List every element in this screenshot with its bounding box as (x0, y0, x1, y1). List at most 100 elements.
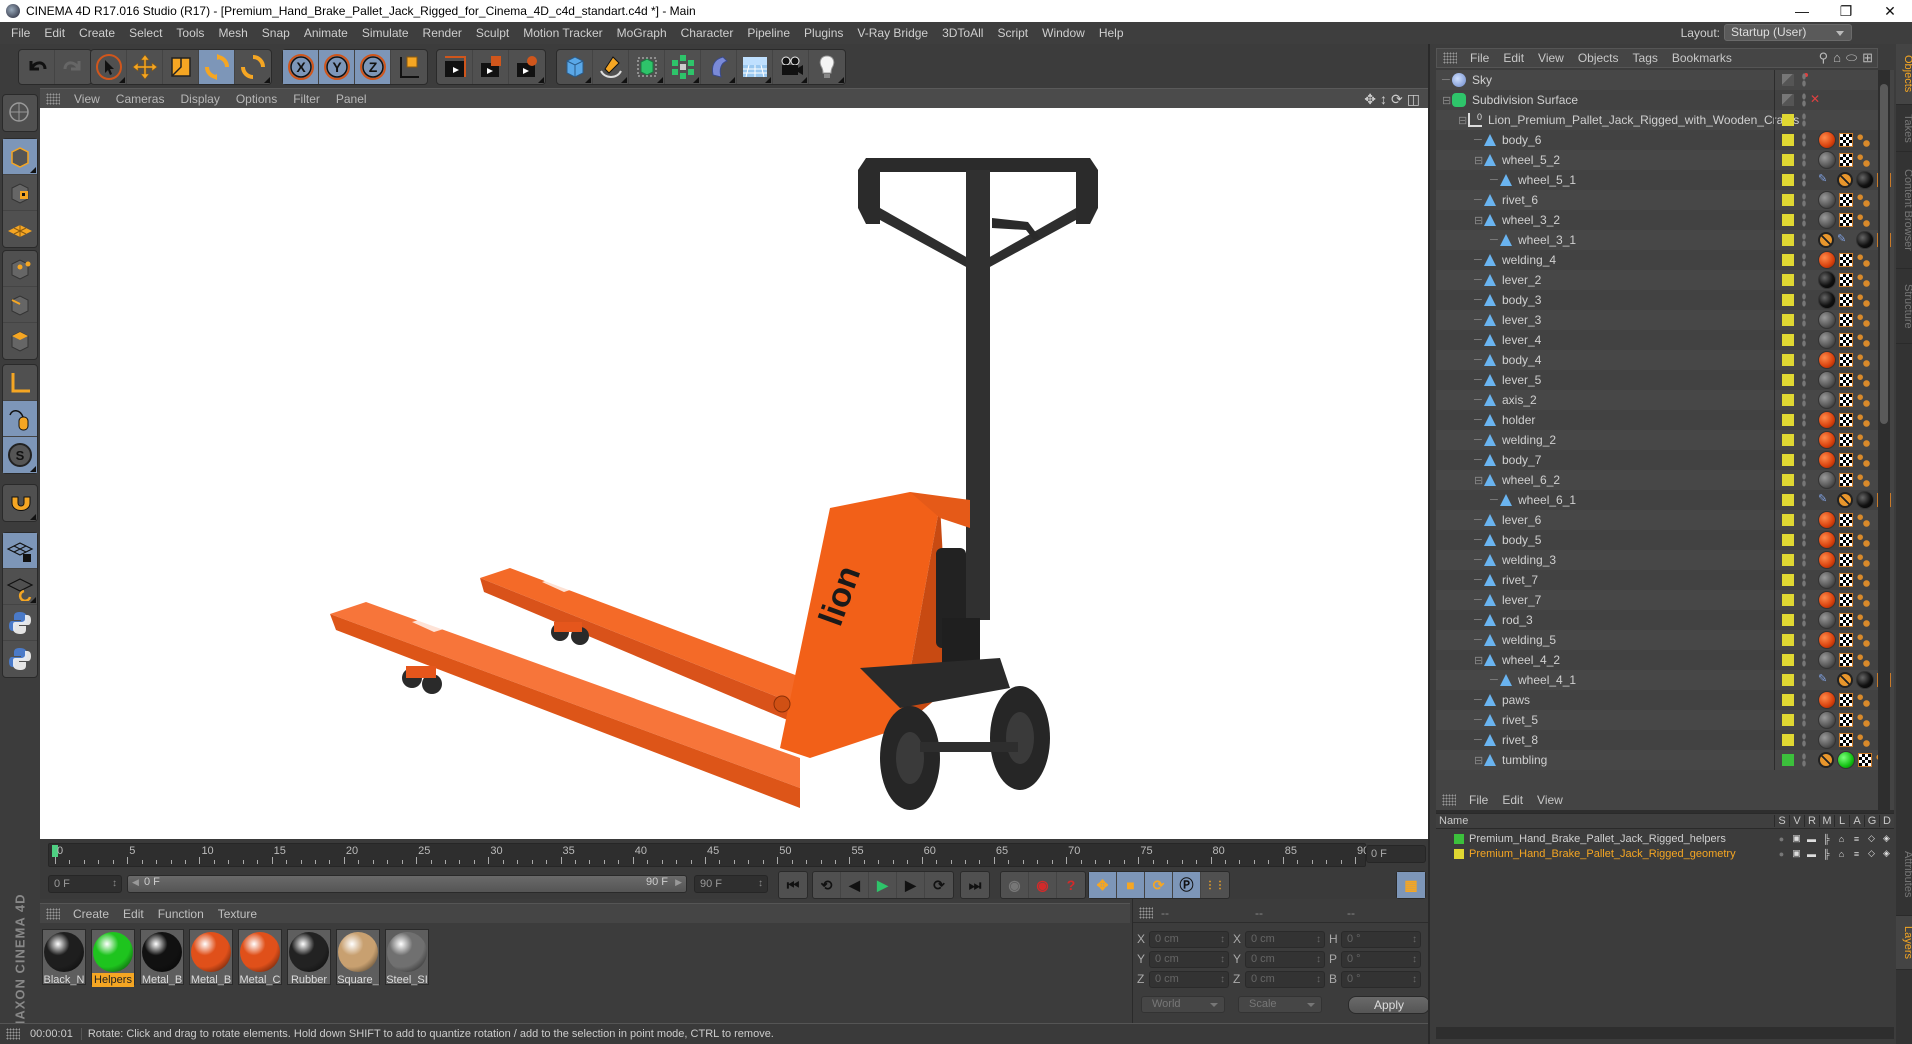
uvw-tag-icon[interactable] (1839, 453, 1853, 467)
panel-grip-icon[interactable] (46, 907, 60, 920)
om-menu-edit[interactable]: Edit (1496, 51, 1531, 65)
object-row[interactable]: ─ welding_4 (1436, 250, 1882, 270)
phong-tag-icon[interactable] (1856, 713, 1870, 727)
viewport-menu-panel[interactable]: Panel (328, 92, 375, 106)
material-tag-icon[interactable] (1818, 531, 1836, 549)
material-menu-texture[interactable]: Texture (211, 907, 264, 921)
object-row[interactable]: ─ rivet_7 (1436, 570, 1882, 590)
visibility-dots[interactable] (1802, 633, 1806, 647)
phong-tag-icon[interactable] (1856, 613, 1870, 627)
close-button[interactable]: ✕ (1868, 0, 1912, 22)
material-tag-icon[interactable] (1818, 591, 1836, 609)
material-tag-icon[interactable] (1818, 471, 1836, 489)
side-tab-takes[interactable]: Takes (1896, 105, 1912, 152)
layer-row[interactable]: Premium_Hand_Brake_Pallet_Jack_Rigged_he… (1436, 831, 1894, 846)
step-back-icon[interactable]: ◀ (841, 872, 869, 898)
material-tag-icon[interactable] (1818, 451, 1836, 469)
object-row[interactable]: ─ body_7 (1436, 450, 1882, 470)
y-axis-lock-icon[interactable]: Y (319, 50, 355, 84)
visibility-dots[interactable] (1802, 193, 1806, 207)
material-tag-icon[interactable] (1818, 211, 1836, 229)
tweak-mode-icon[interactable] (3, 401, 37, 437)
object-row[interactable]: ⊟ tumbling (1436, 750, 1889, 770)
lm-menu-edit[interactable]: Edit (1495, 793, 1530, 807)
solo-icon[interactable]: ● (1774, 834, 1789, 844)
rotate-icon[interactable] (199, 50, 235, 84)
material-tag-icon[interactable] (1818, 411, 1836, 429)
visibility-dots[interactable] (1802, 753, 1806, 767)
live-selection-icon[interactable] (91, 50, 127, 84)
position-z-field[interactable]: 0 cm (1149, 971, 1229, 988)
viewport-menu-view[interactable]: View (66, 92, 108, 106)
axis-mode-icon[interactable] (3, 365, 37, 401)
python-icon-2[interactable] (3, 641, 37, 677)
side-tab-objects[interactable]: Objects (1896, 44, 1912, 105)
material-tag-icon[interactable] (1856, 231, 1874, 249)
layer-color-swatch[interactable] (1782, 294, 1794, 306)
om-menu-objects[interactable]: Objects (1571, 51, 1626, 65)
autokey-icon[interactable]: ◉ (1029, 872, 1057, 898)
material-tag-icon[interactable] (1818, 291, 1836, 309)
frame-ruler[interactable]: 0 5 10 15 20 25 30 35 40 45 50 55 60 65 70 75 80 85 90 (48, 843, 1369, 867)
material-tag-icon[interactable] (1818, 711, 1836, 729)
uvw-tag-icon[interactable] (1839, 313, 1853, 327)
material-swatch[interactable]: Metal_B (140, 929, 184, 986)
object-row[interactable]: ─ lever_4 (1436, 330, 1882, 350)
protection-tag-icon[interactable] (1837, 492, 1853, 508)
layer-color-swatch[interactable] (1782, 454, 1794, 466)
ik-tag-icon[interactable]: ✎ (1818, 172, 1834, 188)
next-key-icon[interactable]: ⟳ (925, 872, 953, 898)
layer-column-v[interactable]: V (1789, 815, 1804, 827)
polygon-mode-icon[interactable] (3, 323, 37, 359)
menu-create[interactable]: Create (72, 26, 122, 40)
uvw-tag-icon[interactable] (1839, 213, 1853, 227)
material-tag-icon[interactable] (1818, 511, 1836, 529)
menu-window[interactable]: Window (1035, 26, 1092, 40)
material-swatch[interactable]: Black_N (42, 929, 86, 986)
layer-color-swatch[interactable] (1782, 214, 1794, 226)
layer-column-a[interactable]: A (1849, 815, 1864, 827)
visibility-dots[interactable] (1802, 673, 1806, 687)
phong-tag-icon[interactable] (1856, 433, 1870, 447)
uvw-tag-icon[interactable] (1839, 633, 1853, 647)
object-row[interactable]: ─ lever_3 (1436, 310, 1882, 330)
phong-tag-icon[interactable] (1856, 513, 1870, 527)
object-row[interactable]: ─ Sky (1436, 70, 1882, 90)
record-icon[interactable]: ◉ (1001, 872, 1029, 898)
collapse-toggle-icon[interactable]: ⊟ (1474, 754, 1484, 767)
layer-color-swatch[interactable] (1782, 734, 1794, 746)
layer-color-swatch[interactable] (1782, 374, 1794, 386)
side-tab-layers[interactable]: Layers (1896, 916, 1912, 970)
uvw-tag-icon[interactable] (1839, 573, 1853, 587)
ik-tag-icon[interactable]: ✎ (1837, 232, 1853, 248)
layer-color-swatch[interactable] (1782, 614, 1794, 626)
deformer-icon[interactable]: ◈ (1879, 848, 1894, 859)
go-to-end-icon[interactable]: ⏭ (961, 872, 989, 898)
uvw-tag-icon[interactable] (1839, 253, 1853, 267)
phong-tag-icon[interactable] (1856, 133, 1870, 147)
layer-column-d[interactable]: D (1879, 815, 1894, 827)
object-row[interactable]: ─ lever_6 (1436, 510, 1882, 530)
material-swatch[interactable]: Metal_C (238, 929, 282, 986)
uvw-tag-icon[interactable] (1839, 413, 1853, 427)
visibility-dots[interactable] (1802, 453, 1806, 467)
layer-color-swatch[interactable] (1782, 554, 1794, 566)
go-to-start-icon[interactable]: ⏮ (779, 872, 807, 898)
edge-mode-icon[interactable] (3, 287, 37, 323)
object-row[interactable]: ─ rivet_6 (1436, 190, 1882, 210)
point-mode-icon[interactable] (3, 251, 37, 287)
menu-v-ray-bridge[interactable]: V-Ray Bridge (850, 26, 935, 40)
uvw-tag-icon[interactable] (1839, 293, 1853, 307)
light-icon[interactable] (809, 50, 845, 84)
uvw-tag-icon[interactable] (1839, 653, 1853, 667)
uvw-tag-icon[interactable] (1839, 713, 1853, 727)
position-key-icon[interactable]: ✥ (1089, 872, 1117, 898)
pan-view-icon[interactable]: ✥ (1364, 91, 1376, 108)
material-tag-icon[interactable] (1818, 331, 1836, 349)
visibility-dots[interactable] (1802, 213, 1806, 227)
visibility-eye-icon[interactable]: ▣ (1789, 833, 1804, 844)
deformer-icon[interactable] (701, 50, 737, 84)
side-tab-attributes[interactable]: Attributes (1896, 834, 1912, 916)
object-row[interactable]: ─ paws (1436, 690, 1882, 710)
layer-color-swatch[interactable] (1782, 674, 1794, 686)
